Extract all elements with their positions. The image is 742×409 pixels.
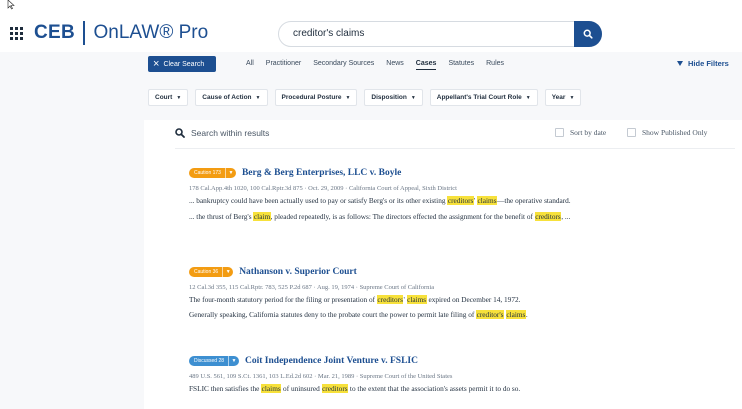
main-search: creditor's claims [278, 21, 602, 47]
filter-label: Appellant's Trial Court Role [436, 94, 522, 101]
chevron-down-icon: ▼ [224, 168, 236, 178]
tab-statutes[interactable]: Statutes [448, 60, 474, 70]
case-citation: 12 Cal.3d 355, 115 Cal.Rptr. 783, 525 P.… [189, 284, 435, 291]
sort-by-date-checkbox[interactable]: Sort by date [555, 128, 606, 137]
published-only-checkbox[interactable]: Show Published Only [627, 128, 707, 137]
close-icon: × [153, 57, 160, 70]
chevron-down-icon: ▼ [345, 94, 351, 101]
category-tabs: All Practitioner Secondary Sources News … [246, 60, 516, 70]
search-term-highlight: creditors [447, 196, 474, 205]
tab-all[interactable]: All [246, 60, 254, 70]
filter-appellant-role[interactable]: Appellant's Trial Court Role ▼ [429, 89, 538, 106]
result-snippet: FSLIC then satisfies the claims of unins… [189, 384, 521, 393]
filter-label: Court [155, 94, 173, 101]
result-item: Caution 36 ▼ Nathanson v. Superior Court… [189, 266, 609, 320]
result-snippet: ... bankruptcy could have been actually … [189, 196, 571, 205]
search-icon [175, 128, 185, 138]
filter-label: Year [551, 94, 566, 101]
chevron-down-icon: ▼ [176, 94, 182, 101]
chevron-down-icon: ▼ [569, 94, 575, 101]
search-term-highlight: creditors [376, 295, 404, 304]
filter-funnel-icon [677, 61, 683, 66]
filter-court[interactable]: Court ▼ [148, 89, 189, 106]
status-badge[interactable]: Discussed 28 ▼ [189, 356, 240, 366]
result-snippet: The four-month statutory period for the … [189, 295, 521, 304]
search-within-input[interactable]: Search within results [175, 128, 269, 138]
badge-label: Caution 36 [194, 269, 219, 275]
tab-cases[interactable]: Cases [415, 60, 437, 70]
search-icon [583, 29, 593, 39]
result-item: Discussed 28 ▼ Coit Independence Joint V… [189, 355, 609, 394]
tab-practitioner[interactable]: Practitioner [266, 60, 301, 70]
chevron-down-icon: ▼ [222, 267, 233, 277]
filter-cause-of-action[interactable]: Cause of Action ▼ [195, 89, 268, 106]
clear-search-button[interactable]: × Clear Search [148, 56, 216, 72]
case-citation: 489 U.S. 561, 109 S.Ct. 1361, 103 L.Ed.2… [189, 373, 453, 380]
brand-logo[interactable]: CEB OnLAW® Pro [34, 21, 208, 45]
case-title-link[interactable]: Berg & Berg Enterprises, LLC v. Boyle [242, 168, 401, 178]
badge-label: Caution 173 [194, 170, 221, 176]
hide-filters-button[interactable]: Hide Filters [677, 59, 729, 68]
brand-name: CEB [34, 22, 76, 43]
hide-filters-label: Hide Filters [688, 59, 729, 68]
search-term-highlight: claims [261, 384, 282, 393]
sort-by-date-label: Sort by date [570, 128, 607, 137]
filter-label: Procedural Posture [281, 94, 342, 101]
apps-grid-icon[interactable] [10, 27, 23, 40]
mouse-cursor-icon [7, 0, 15, 10]
chevron-down-icon: ▼ [410, 94, 416, 101]
search-term-highlight: creditor's [476, 310, 504, 319]
search-term-highlight: claim [253, 212, 271, 221]
search-term-highlight: creditors [534, 212, 562, 221]
case-title-link[interactable]: Coit Independence Joint Venture v. FSLIC [245, 356, 418, 366]
case-title-link[interactable]: Nathanson v. Superior Court [239, 267, 357, 277]
chevron-down-icon: ▼ [228, 356, 239, 366]
divider [175, 148, 735, 149]
search-term-highlight: claims [406, 295, 427, 304]
brand-divider [83, 21, 85, 45]
status-badge[interactable]: Caution 36 ▼ [189, 267, 234, 277]
published-only-label: Show Published Only [642, 128, 708, 137]
search-term-highlight: claims [505, 310, 526, 319]
case-citation: 178 Cal.App.4th 1020, 100 Cal.Rptr.3d 87… [189, 185, 457, 192]
result-snippet: ... the thrust of Berg's claim, pleaded … [189, 212, 571, 221]
checkbox-box [627, 128, 636, 137]
search-within-placeholder: Search within results [191, 128, 270, 138]
search-term-highlight: claims [477, 196, 498, 205]
chevron-down-icon: ▼ [255, 94, 261, 101]
search-input[interactable]: creditor's claims [293, 28, 364, 39]
tab-rules[interactable]: Rules [486, 60, 504, 70]
result-snippet: Generally speaking, California statutes … [189, 310, 528, 319]
filter-label: Disposition [371, 94, 407, 101]
filter-bar: Court ▼ Cause of Action ▼ Procedural Postu… [148, 89, 588, 106]
status-badge[interactable]: Caution 173 ▼ [189, 168, 236, 178]
chevron-down-icon: ▼ [525, 94, 531, 101]
checkbox-box [555, 128, 564, 137]
badge-label: Discussed 28 [194, 358, 225, 364]
search-term-highlight: creditors [321, 384, 349, 393]
tab-news[interactable]: News [386, 60, 404, 70]
result-item: Caution 173 ▼ Berg & Berg Enterprises, L… [189, 167, 609, 222]
filter-disposition[interactable]: Disposition ▼ [364, 89, 423, 106]
filter-year[interactable]: Year ▼ [544, 89, 582, 106]
search-button[interactable] [574, 21, 602, 47]
filter-procedural-posture[interactable]: Procedural Posture ▼ [274, 89, 358, 106]
filter-label: Cause of Action [202, 94, 252, 101]
tab-secondary-sources[interactable]: Secondary Sources [313, 60, 374, 70]
brand-product: OnLAW® Pro [93, 22, 209, 43]
clear-search-label: Clear Search [163, 60, 205, 68]
